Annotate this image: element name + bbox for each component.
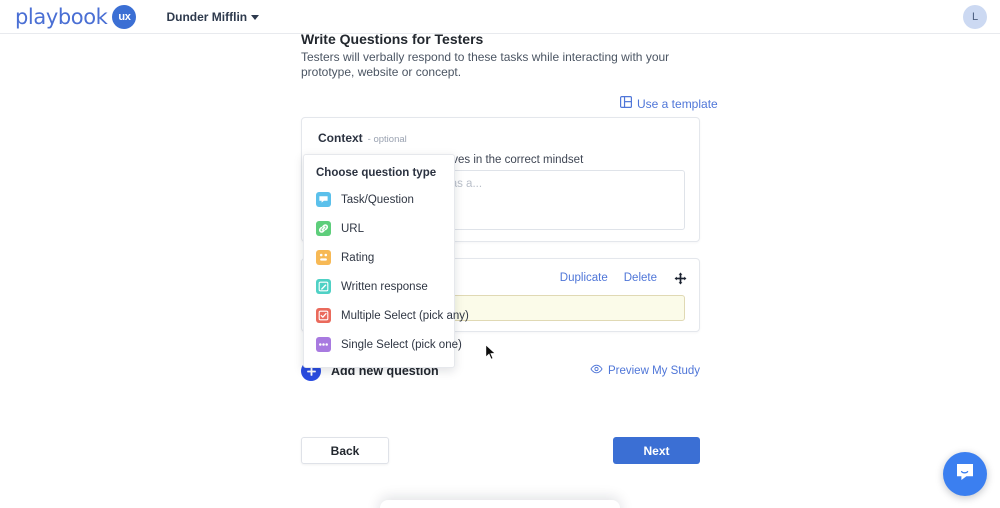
- layout-template-icon: [619, 95, 633, 111]
- dropdown-item-label: Single Select (pick one): [341, 338, 462, 351]
- use-a-template-label: Use a template: [637, 96, 718, 111]
- pencil-write-icon: [316, 279, 331, 294]
- avatar[interactable]: L: [963, 5, 987, 29]
- context-optional-tag: - optional: [367, 134, 407, 145]
- dropdown-item-rating[interactable]: Rating: [304, 243, 454, 272]
- dropdown-item-label: Multiple Select (pick any): [341, 309, 469, 322]
- preview-my-study-link[interactable]: Preview My Study: [590, 364, 700, 377]
- star-rating-icon: [316, 250, 331, 265]
- preview-my-study-label: Preview My Study: [607, 364, 700, 377]
- question-type-dropdown: Choose question type Task/Question URL R…: [303, 154, 469, 368]
- delete-button[interactable]: Delete: [624, 272, 657, 284]
- page-content: Write Questions for Testers Testers will…: [0, 0, 1000, 508]
- dropdown-heading: Choose question type: [316, 167, 437, 179]
- app-header: playbook ux Dunder Mifflin L: [0, 0, 1000, 34]
- dropdown-item-multiple-select[interactable]: Multiple Select (pick any): [304, 301, 469, 330]
- brand-badge: ux: [112, 4, 137, 29]
- back-button[interactable]: Back: [301, 437, 389, 464]
- org-name: Dunder Mifflin: [166, 9, 248, 24]
- duplicate-button[interactable]: Duplicate: [560, 272, 608, 284]
- move-handle-icon[interactable]: [673, 271, 687, 285]
- chat-bubble-icon: [316, 192, 331, 207]
- dropdown-item-written-response[interactable]: Written response: [304, 272, 454, 301]
- eye-icon: [590, 364, 603, 377]
- dropdown-item-single-select[interactable]: Single Select (pick one): [304, 330, 462, 359]
- chevron-down-icon: [251, 15, 260, 20]
- url-card-actions: Duplicate Delete: [560, 271, 687, 285]
- dropdown-item-label: Task/Question: [341, 193, 414, 206]
- dropdown-item-label: URL: [341, 222, 365, 235]
- dropdown-item-label: Rating: [341, 251, 375, 264]
- bottom-sheet-edge: [380, 500, 620, 508]
- dropdown-item-task-question[interactable]: Task/Question: [304, 185, 454, 214]
- checkbox-icon: [316, 308, 331, 323]
- link-chain-icon: [316, 221, 331, 236]
- brand-name: playbook: [15, 4, 108, 29]
- radio-dots-icon: [316, 337, 331, 352]
- dropdown-item-label: Written response: [341, 280, 428, 293]
- intercom-chat-icon: [954, 461, 976, 488]
- playbook-logo[interactable]: playbook ux: [15, 4, 137, 29]
- use-a-template-link[interactable]: Use a template: [619, 95, 718, 111]
- context-card-title: Context: [318, 131, 363, 145]
- page-subtitle: Testers will verbally respond to these t…: [301, 50, 670, 79]
- context-card-header: Context - optional: [318, 131, 407, 145]
- org-selector[interactable]: Dunder Mifflin: [166, 9, 260, 24]
- next-button[interactable]: Next: [613, 437, 700, 464]
- intercom-chat-button[interactable]: [943, 452, 987, 496]
- app-root: Write Questions for Testers Testers will…: [0, 0, 1000, 508]
- dropdown-item-url[interactable]: URL: [304, 214, 454, 243]
